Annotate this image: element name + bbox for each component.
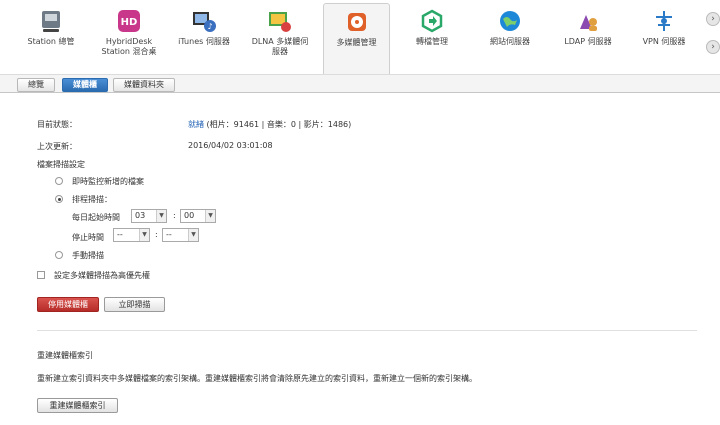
- rebuild-index-button[interactable]: 重建媒體櫃索引: [37, 398, 118, 413]
- app-itunes-server[interactable]: ♪ iTunes 伺服器: [172, 3, 236, 71]
- app-dlna-server[interactable]: DLNA 多媒體伺 服器: [244, 3, 316, 71]
- status-ready-link[interactable]: 就緒: [188, 120, 204, 129]
- app-label: 網站伺服器: [490, 37, 530, 46]
- stop-time-label: 停止時間: [72, 233, 104, 242]
- svg-text:HD: HD: [121, 17, 138, 28]
- rebuild-index-title: 重建媒體櫃索引: [37, 351, 93, 360]
- app-label: 多媒體管理: [336, 38, 377, 47]
- realtime-scan-label: 即時監控新增的檔案: [72, 177, 144, 186]
- tab-overview[interactable]: 總覽: [17, 78, 55, 92]
- status-detail: (相片：91461 | 音樂：0 | 影片：1486): [204, 120, 352, 129]
- start-minute-select[interactable]: 00 ▼: [180, 209, 216, 223]
- current-status-value: 就緒 (相片：91461 | 音樂：0 | 影片：1486): [188, 119, 351, 130]
- stop-hour-value: --: [117, 230, 123, 239]
- app-ldap-server[interactable]: LDAP 伺服器: [554, 3, 622, 71]
- app-station-manager[interactable]: Station 總管: [18, 3, 84, 71]
- app-label: 轉檔管理: [416, 37, 448, 46]
- station-manager-icon: [39, 9, 63, 33]
- stop-minute-value: --: [166, 230, 172, 239]
- scheduled-scan-label: 排程掃描：: [72, 195, 112, 204]
- app-web-server[interactable]: 網站伺服器: [476, 3, 544, 71]
- tab-bar: 總覽 媒體櫃 媒體資料夾: [0, 74, 720, 93]
- disable-library-button[interactable]: 停用媒體櫃: [37, 297, 99, 312]
- last-update-value: 2016/04/02 03:01:08: [188, 141, 273, 150]
- chevron-down-icon: ▼: [139, 229, 149, 241]
- realtime-scan-radio[interactable]: [55, 177, 63, 185]
- app-bar: Station 總管 HD HybridDesk Station 混合桌 ♪ i…: [0, 0, 720, 74]
- app-transcode-management[interactable]: 轉檔管理: [398, 3, 466, 71]
- hybriddesk-icon: HD: [117, 9, 141, 33]
- scan-now-button[interactable]: 立即掃描: [104, 297, 165, 312]
- scroll-next-icon[interactable]: ›: [706, 40, 720, 54]
- stop-minute-select[interactable]: -- ▼: [162, 228, 199, 242]
- tab-media-folders[interactable]: 媒體資料夾: [113, 78, 175, 92]
- web-server-icon: [498, 9, 522, 33]
- chevron-down-icon: ▼: [205, 210, 215, 222]
- high-priority-label: 設定多媒體掃描為高優先權: [54, 271, 150, 280]
- high-priority-checkbox[interactable]: [37, 271, 45, 279]
- last-update-label: 上次更新：: [37, 142, 77, 151]
- scheduled-scan-radio[interactable]: [55, 195, 63, 203]
- daily-start-label: 每日起始時間: [72, 213, 120, 222]
- section-divider: [37, 330, 697, 331]
- time-colon: :: [155, 230, 158, 239]
- app-label: HybridDesk Station 混合桌: [101, 37, 157, 56]
- current-status-label: 目前狀態：: [37, 120, 77, 129]
- app-label: Station 總管: [27, 37, 75, 46]
- rebuild-index-description: 重新建立索引資料夾中多媒體檔案的索引架構。重建媒體櫃索引將會清除原先建立的索引資…: [37, 374, 477, 383]
- app-label: iTunes 伺服器: [178, 37, 230, 46]
- app-hybriddesk[interactable]: HD HybridDesk Station 混合桌: [92, 3, 166, 71]
- start-hour-select[interactable]: 03 ▼: [131, 209, 167, 223]
- app-vpn-server[interactable]: VPN 伺服器: [632, 3, 696, 71]
- ldap-server-icon: [576, 9, 600, 33]
- manual-scan-radio[interactable]: [55, 251, 63, 259]
- chevron-down-icon: ▼: [156, 210, 166, 222]
- transcode-management-icon: [420, 9, 444, 33]
- itunes-server-icon: ♪: [192, 9, 216, 33]
- stop-hour-select[interactable]: -- ▼: [113, 228, 150, 242]
- start-minute-value: 00: [184, 211, 195, 220]
- vpn-server-icon: [652, 9, 676, 33]
- app-multimedia-management[interactable]: 多媒體管理: [323, 3, 390, 74]
- scroll-next-icon[interactable]: ›: [706, 12, 720, 26]
- app-label: DLNA 多媒體伺 服器: [251, 37, 309, 56]
- dlna-server-icon: [268, 9, 292, 33]
- scan-settings-label: 檔案掃描設定: [37, 160, 85, 169]
- multimedia-management-icon: [345, 10, 369, 34]
- svg-text:♪: ♪: [207, 22, 212, 31]
- tab-media-library[interactable]: 媒體櫃: [62, 78, 108, 92]
- app-label: VPN 伺服器: [642, 37, 686, 46]
- chevron-down-icon: ▼: [188, 229, 198, 241]
- start-hour-value: 03: [135, 211, 146, 220]
- manual-scan-label: 手動掃描: [72, 251, 104, 260]
- time-colon: :: [173, 211, 176, 220]
- app-label: LDAP 伺服器: [564, 37, 612, 46]
